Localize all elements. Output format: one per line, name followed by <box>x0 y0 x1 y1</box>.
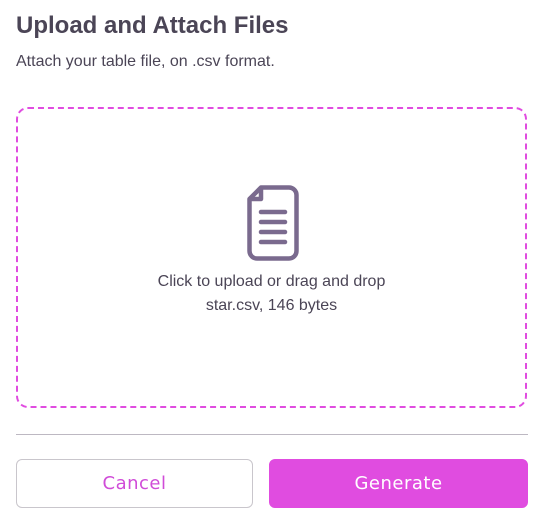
file-document-icon <box>247 185 299 261</box>
cancel-button[interactable]: Cancel <box>16 459 253 508</box>
divider <box>16 434 528 435</box>
selected-file-info: star.csv, 146 bytes <box>205 297 338 314</box>
file-dropzone[interactable]: Click to upload or drag and drop star.cs… <box>16 107 527 408</box>
dialog-title: Upload and Attach Files <box>16 12 289 39</box>
dialog-subtitle: Attach your table file, on .csv format. <box>16 53 275 70</box>
dropzone-label[interactable]: Click to upload or drag and drop <box>18 272 525 292</box>
generate-button[interactable]: Generate <box>269 459 528 508</box>
